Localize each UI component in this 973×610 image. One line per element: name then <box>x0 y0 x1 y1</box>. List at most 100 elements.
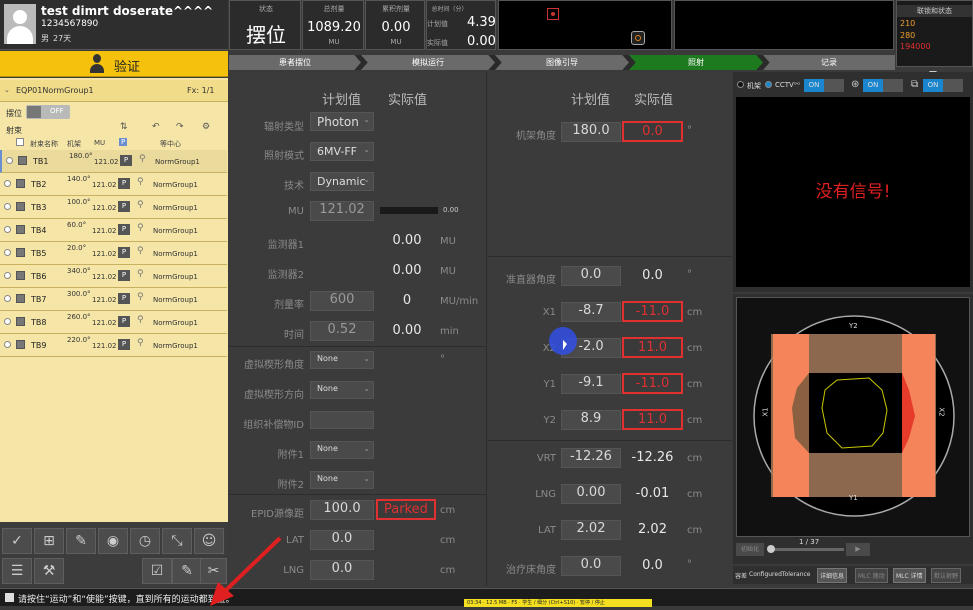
beam-checkbox[interactable] <box>16 248 25 257</box>
beam-checkbox[interactable] <box>16 202 25 211</box>
collapse-chevron-icon[interactable]: ⌄ <box>4 86 10 94</box>
radiation-type-select[interactable]: Photon ⌄ <box>310 112 374 131</box>
beam-radio[interactable] <box>4 318 11 325</box>
time-plan-value: 4.39 <box>467 15 496 30</box>
default-field-button[interactable]: 默认射野 <box>931 568 962 583</box>
beam-row[interactable]: TB9 220.0° 121.02 P ⚲ NormGroup1 <box>0 334 227 357</box>
beam-name: TB1 <box>33 157 49 166</box>
link-icon[interactable]: ⚯ <box>794 80 800 88</box>
beam-row[interactable]: TB6 340.0° 121.02 P ⚲ NormGroup1 <box>0 265 227 288</box>
undo-icon[interactable]: ↶ <box>152 122 160 132</box>
beam-row[interactable]: TB2 140.0° 121.02 P ⚲ NormGroup1 <box>0 173 227 196</box>
tab-simulation[interactable]: 模拟运行 <box>361 55 495 70</box>
beam-p-badge[interactable]: P <box>120 155 132 166</box>
beam-checkbox[interactable] <box>18 156 27 165</box>
collimator-unit: ° <box>687 269 692 280</box>
beam-radio[interactable] <box>4 341 11 348</box>
beam-p-badge[interactable]: P <box>118 224 130 235</box>
frame-slider[interactable] <box>767 545 844 553</box>
camera-on-toggle[interactable]: ON <box>804 79 844 92</box>
monitor1-unit: MU <box>440 236 456 247</box>
init-button[interactable]: 初始化 <box>736 543 764 556</box>
y1-unit: cm <box>687 379 703 390</box>
tab-record[interactable]: 记录 <box>763 55 895 70</box>
accessory1-select[interactable]: None ⌄ <box>310 441 374 459</box>
room-radio-icon[interactable] <box>737 81 744 88</box>
wedge-dir-select[interactable]: None ⌄ <box>310 381 374 399</box>
compensator-field[interactable] <box>310 411 374 429</box>
tab-patient-setup[interactable]: 患者摆位 <box>229 55 361 70</box>
beam-radio[interactable] <box>4 272 11 279</box>
beam-row[interactable]: TB5 20.0° 121.02 P ⚲ NormGroup1 <box>0 242 227 265</box>
beam-p-badge[interactable]: P <box>118 316 130 327</box>
play-button[interactable]: ▶ <box>846 543 870 556</box>
beam-row[interactable]: TB8 260.0° 121.02 P ⚲ NormGroup1 <box>0 311 227 334</box>
beam-radio[interactable] <box>4 226 11 233</box>
beam-p-badge[interactable]: P <box>118 247 130 258</box>
wedge-angle-select[interactable]: None ⌄ <box>310 351 374 369</box>
edit-beam-icon[interactable]: ✎ <box>66 528 96 554</box>
list-icon[interactable]: ☰ <box>2 558 32 584</box>
beam-p-badge[interactable]: P <box>118 270 130 281</box>
technique-select[interactable]: Dynamic ⌄ <box>310 172 374 191</box>
status-panel: 状态 摆位 <box>229 0 301 50</box>
tab-irradiation[interactable]: 照射 <box>629 55 763 70</box>
layout-on-toggle[interactable]: ON <box>923 79 963 92</box>
beam-p-badge[interactable]: P <box>118 293 130 304</box>
group-header[interactable]: ⌄ EQP01NormGroup1 Fx: 1/1 <box>0 80 228 102</box>
approve-icon[interactable]: ☑ <box>142 558 172 584</box>
tab-image-guidance[interactable]: 图像引导 <box>495 55 629 70</box>
beam-config-icon[interactable]: ✓ <box>2 528 32 554</box>
beam-radio[interactable] <box>4 180 11 187</box>
beam-gantry-angle: 220.0° <box>67 336 91 344</box>
edit-doc-icon[interactable]: ✎ <box>172 558 202 584</box>
beam-checkbox[interactable] <box>16 179 25 188</box>
beam-row[interactable]: TB3 100.0° 121.02 P ⚲ NormGroup1 <box>0 196 227 219</box>
tolerance-value: ConfiguredTolerance <box>749 571 811 578</box>
add-beam-icon[interactable]: ⊞ <box>34 528 64 554</box>
verify-button[interactable]: 验证 <box>0 51 228 77</box>
beam-checkbox[interactable] <box>16 271 25 280</box>
settings-icon[interactable]: ⚙ <box>202 122 210 132</box>
sort-icon[interactable]: ⇅ <box>120 122 128 132</box>
beam-checkbox[interactable] <box>16 340 25 349</box>
setup-toggle[interactable]: OFF <box>26 105 70 119</box>
beam-p-badge[interactable]: P <box>118 178 130 189</box>
select-all-checkbox[interactable] <box>16 138 24 146</box>
record-beam-icon[interactable]: ◉ <box>98 528 128 554</box>
beam-row[interactable]: TB1 180.0° 121.02 P ⚲ NormGroup1 <box>0 150 227 173</box>
beam-p-badge[interactable]: P <box>118 201 130 212</box>
timer-icon[interactable]: ◷ <box>130 528 160 554</box>
interlock-panel[interactable]: 联锁和状态 210 280 194000 <box>896 0 973 76</box>
beam-gantry-angle: 300.0° <box>67 290 91 298</box>
mlc-follow-button[interactable]: MLC 随动 <box>855 568 888 583</box>
beam-row[interactable]: TB7 300.0° 121.02 P ⚲ NormGroup1 <box>0 288 227 311</box>
hammer-icon[interactable]: ⚒ <box>34 558 64 584</box>
beam-checkbox[interactable] <box>16 294 25 303</box>
accessory2-select[interactable]: None ⌄ <box>310 471 374 489</box>
beam-checkbox[interactable] <box>16 317 25 326</box>
accessory1-label: 附件1 <box>277 450 304 461</box>
cctv-radio-icon[interactable] <box>765 81 772 88</box>
radiation-type-label: 辐射类型 <box>264 122 304 133</box>
beam-radio[interactable] <box>4 295 11 302</box>
beam-radio[interactable] <box>6 157 13 164</box>
motion-icon[interactable]: ⤡ <box>162 528 192 554</box>
beam-p-badge[interactable]: P <box>118 339 130 350</box>
mode-select[interactable]: 6MV-FF ⌄ <box>310 142 374 161</box>
layout-icon[interactable]: ⧉ <box>911 79 918 90</box>
tolerance-detail-button[interactable]: 详细信息 <box>817 568 848 583</box>
redo-icon[interactable]: ↷ <box>176 122 184 132</box>
beam-checkbox[interactable] <box>16 225 25 234</box>
bev-on-toggle[interactable]: ON <box>863 79 903 92</box>
time-actual: 0.00 <box>392 323 422 338</box>
beam-row[interactable]: TB4 60.0° 121.02 P ⚲ NormGroup1 <box>0 219 227 242</box>
x2-label: X2 <box>542 343 556 354</box>
beam-radio[interactable] <box>4 249 11 256</box>
beam-panel: ⌄ EQP01NormGroup1 Fx: 1/1 摆位 OFF 射束 射束名称… <box>0 78 228 522</box>
beam-radio[interactable] <box>4 203 11 210</box>
mlc-detail-button[interactable]: MLC 详情 <box>893 568 926 583</box>
beam-gantry-angle: 180.0° <box>69 152 93 160</box>
dose-accum-label: 累积剂量 <box>382 5 410 13</box>
beam-eye-icon[interactable]: ⊛ <box>851 79 859 90</box>
